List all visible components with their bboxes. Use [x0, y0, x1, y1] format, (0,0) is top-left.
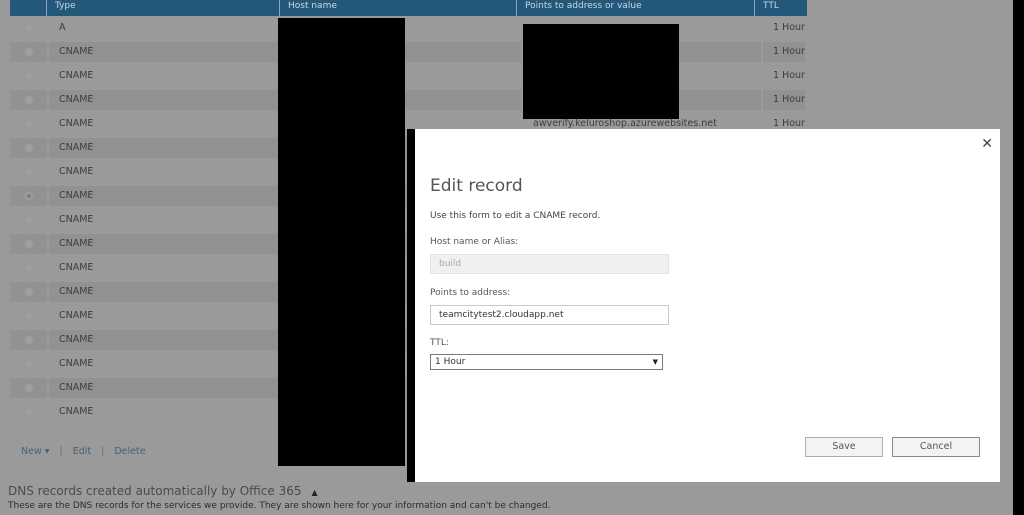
- row-select-cell: [10, 306, 47, 326]
- row-radio-button[interactable]: [23, 143, 34, 153]
- row-ttl: 1 Hour: [763, 90, 805, 110]
- table-row[interactable]: CNAME 1 Hour: [10, 88, 807, 112]
- row-type: CNAME: [59, 310, 94, 321]
- new-record-button[interactable]: New ▾: [21, 446, 50, 457]
- dropdown-arrow-icon: ▼: [652, 358, 658, 366]
- edit-record-dialog: ✕ Edit record Use this form to edit a CN…: [407, 129, 1000, 482]
- row-select-cell: [10, 162, 47, 182]
- row-type: CNAME: [59, 214, 94, 225]
- row-radio-button[interactable]: [23, 119, 34, 129]
- row-ttl: 1 Hour: [773, 22, 805, 33]
- collapse-caret-icon[interactable]: ▲: [311, 488, 317, 497]
- separator: |: [101, 446, 105, 457]
- row-ttl: 1 Hour: [763, 42, 805, 62]
- row-select-cell: [10, 18, 47, 38]
- row-type: CNAME: [59, 70, 94, 81]
- row-type: A: [59, 22, 66, 33]
- row-type: CNAME: [59, 118, 94, 129]
- row-radio-button[interactable]: [23, 263, 34, 273]
- row-select-cell: [10, 42, 47, 62]
- row-radio-button[interactable]: [23, 47, 34, 57]
- row-select-cell: [10, 138, 47, 158]
- table-row[interactable]: CNAME 1 Hour: [10, 64, 807, 88]
- row-select-cell: [10, 66, 47, 86]
- row-type: CNAME: [59, 358, 94, 369]
- row-select-cell: [10, 258, 47, 278]
- row-radio-button[interactable]: [23, 191, 34, 201]
- record-actions: New ▾ | Edit | Delete: [21, 446, 146, 457]
- dialog-instructions: Use this form to edit a CNAME record.: [430, 211, 601, 221]
- row-type: CNAME: [49, 282, 282, 302]
- separator: |: [59, 446, 63, 457]
- row-type: CNAME: [59, 262, 94, 273]
- screen-edge: [1013, 0, 1024, 515]
- row-type: CNAME: [49, 90, 282, 110]
- row-radio-button[interactable]: [23, 239, 34, 249]
- table-header: Type Host name Points to address or valu…: [10, 0, 807, 16]
- row-radio-button[interactable]: [23, 311, 34, 321]
- row-type: CNAME: [49, 330, 282, 350]
- dialog-title: Edit record: [430, 176, 523, 196]
- row-select-cell: [10, 354, 47, 374]
- row-select-cell: [10, 402, 47, 422]
- redaction-host-names: [278, 18, 405, 466]
- host-name-field: build: [430, 254, 669, 274]
- ttl-select[interactable]: 1 Hour ▼: [430, 354, 663, 370]
- row-ttl: 1 Hour: [773, 70, 805, 81]
- row-radio-button[interactable]: [23, 167, 34, 177]
- ttl-selected-value: 1 Hour: [435, 357, 466, 367]
- table-row[interactable]: CNAME 1 Hour: [10, 40, 807, 64]
- header-host-name[interactable]: Host name: [280, 0, 517, 16]
- row-radio-button[interactable]: [23, 95, 34, 105]
- points-to-label: Points to address:: [430, 288, 511, 298]
- row-select-cell: [10, 114, 47, 134]
- delete-record-button[interactable]: Delete: [114, 446, 145, 457]
- row-radio-button[interactable]: [23, 383, 34, 393]
- edit-record-button[interactable]: Edit: [73, 446, 91, 457]
- row-type: CNAME: [59, 406, 94, 417]
- row-type: CNAME: [49, 378, 282, 398]
- row-select-cell: [10, 210, 47, 230]
- row-select-cell: [10, 378, 47, 398]
- table-row[interactable]: A 1 Hour: [10, 16, 807, 40]
- row-select-cell: [10, 186, 47, 206]
- row-radio-button[interactable]: [23, 359, 34, 369]
- row-type: CNAME: [59, 166, 94, 177]
- row-select-cell: [10, 234, 47, 254]
- row-radio-button[interactable]: [23, 287, 34, 297]
- auto-records-description: These are the DNS records for the servic…: [8, 501, 551, 511]
- row-radio-button[interactable]: [23, 71, 34, 81]
- host-name-label: Host name or Alias:: [430, 237, 519, 247]
- row-type: CNAME: [49, 138, 282, 158]
- row-type: CNAME: [49, 234, 282, 254]
- row-type: CNAME: [49, 42, 282, 62]
- row-select-cell: [10, 90, 47, 110]
- row-radio-button[interactable]: [23, 23, 34, 33]
- header-select: [10, 0, 47, 16]
- points-to-field[interactable]: teamcitytest2.cloudapp.net: [430, 305, 669, 325]
- close-icon[interactable]: ✕: [981, 136, 993, 152]
- row-type: CNAME: [49, 186, 282, 206]
- auto-records-title: DNS records created automatically by Off…: [8, 484, 302, 498]
- ttl-label: TTL:: [430, 338, 449, 348]
- header-points-to[interactable]: Points to address or value: [517, 0, 755, 16]
- row-radio-button[interactable]: [23, 335, 34, 345]
- row-select-cell: [10, 282, 47, 302]
- redaction-values: [523, 24, 679, 119]
- row-select-cell: [10, 330, 47, 350]
- header-type[interactable]: Type: [47, 0, 280, 16]
- save-button[interactable]: Save: [805, 437, 883, 457]
- auto-records-heading[interactable]: DNS records created automatically by Off…: [8, 484, 318, 498]
- cancel-button[interactable]: Cancel: [892, 437, 980, 457]
- header-ttl[interactable]: TTL: [755, 0, 807, 16]
- row-radio-button[interactable]: [23, 407, 34, 417]
- row-radio-button[interactable]: [23, 215, 34, 225]
